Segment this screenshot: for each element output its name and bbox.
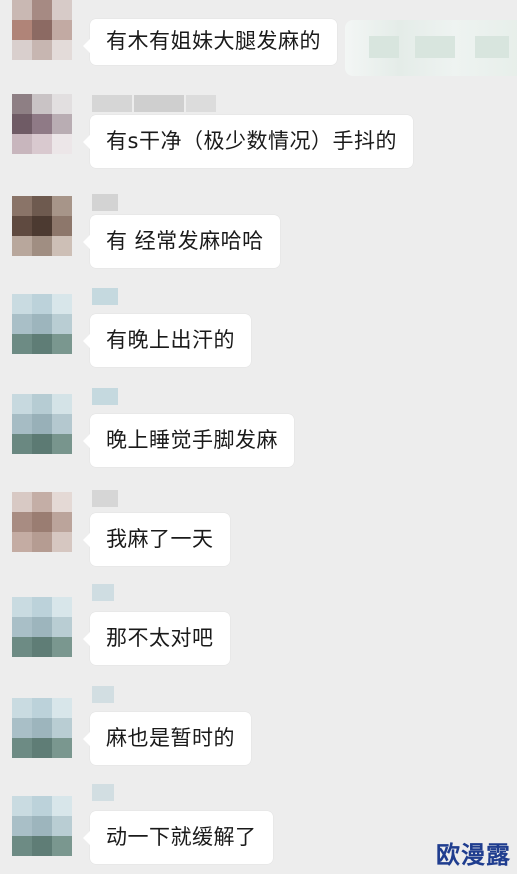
message-text: 动一下就缓解了: [106, 825, 257, 849]
message-text: 晚上睡觉手脚发麻: [106, 428, 278, 452]
avatar[interactable]: [12, 698, 72, 758]
message-bubble[interactable]: 动一下就缓解了: [83, 811, 273, 864]
message-bubble[interactable]: 那不太对吧: [83, 612, 230, 665]
message-text: 那不太对吧: [106, 626, 214, 650]
nickname-redacted: [92, 288, 118, 305]
message-text: 我麻了一天: [106, 527, 214, 551]
avatar[interactable]: [12, 394, 72, 454]
nickname-redacted: [92, 784, 114, 801]
message-text: 有木有姐妹大腿发麻的: [106, 29, 321, 53]
message-text: 麻也是暂时的: [106, 726, 235, 750]
message-bubble[interactable]: 麻也是暂时的: [83, 712, 251, 765]
nickname-redacted: [92, 584, 114, 601]
message-text: 有晚上出汗的: [106, 328, 235, 352]
message-bubble[interactable]: 有晚上出汗的: [83, 314, 251, 367]
message-bubble[interactable]: 有 经常发麻哈哈: [83, 215, 280, 268]
avatar[interactable]: [12, 294, 72, 354]
avatar[interactable]: [12, 796, 72, 856]
nickname-redacted: [92, 95, 216, 112]
message-bubble[interactable]: 我麻了一天: [83, 513, 230, 566]
avatar[interactable]: [12, 196, 72, 256]
blurred-region: [345, 20, 517, 76]
avatar[interactable]: [12, 0, 72, 60]
message-text: 有 经常发麻哈哈: [106, 229, 264, 253]
avatar[interactable]: [12, 94, 72, 154]
avatar[interactable]: [12, 597, 72, 657]
nickname-redacted: [92, 388, 118, 405]
nickname-redacted: [92, 490, 118, 507]
message-bubble[interactable]: 晚上睡觉手脚发麻: [83, 414, 294, 467]
nickname-redacted: [92, 194, 118, 211]
avatar[interactable]: [12, 492, 72, 552]
watermark: 欧漫露: [436, 841, 511, 869]
message-bubble[interactable]: 有木有姐妹大腿发麻的: [83, 19, 337, 65]
nickname-redacted: [92, 686, 114, 703]
message-text: 有s干净（极少数情况）手抖的: [106, 129, 397, 153]
message-bubble[interactable]: 有s干净（极少数情况）手抖的: [83, 115, 413, 168]
